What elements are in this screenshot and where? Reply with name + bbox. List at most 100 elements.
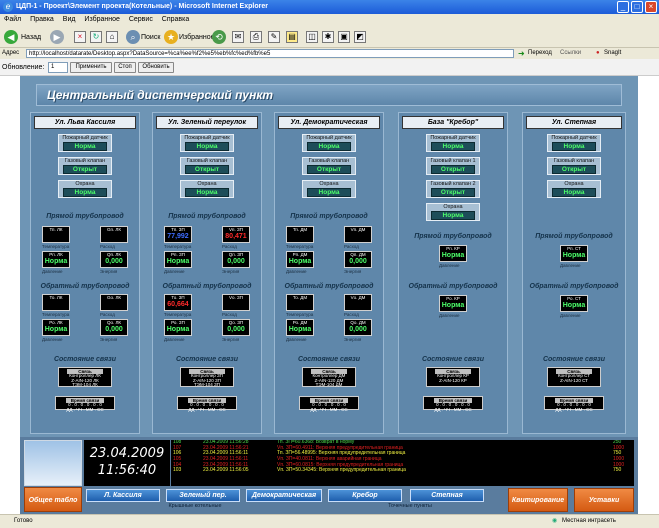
meter-value: Норма — [166, 258, 190, 265]
meter-caption: Температура — [42, 312, 70, 317]
time-units: ДД . ЧЧ . ММ . СС — [310, 406, 348, 412]
snagit-label[interactable]: SnagIt — [604, 50, 621, 56]
signal-value: Открыт — [185, 165, 229, 174]
apply-button[interactable]: Применить — [70, 62, 112, 73]
notes-icon[interactable]: ▤ — [286, 31, 298, 43]
search-icon[interactable]: ⌕ — [126, 30, 140, 44]
signal-value: Норма — [431, 142, 475, 151]
time-units: ДД . ЧЧ . ММ . СС — [555, 406, 593, 412]
back-label[interactable]: Назад — [21, 34, 41, 41]
bluetooth-icon[interactable]: ✱ — [322, 31, 334, 43]
meter-caption: Расход — [344, 312, 359, 317]
nav-kribor-button[interactable]: Кребор — [328, 489, 402, 502]
meter-display: Ро. СТ Норма — [560, 295, 588, 312]
print-icon[interactable]: ⎙ — [250, 31, 262, 43]
meter-display: Ро. ЗП Норма — [164, 319, 192, 336]
section-conn-title: Состояние связи — [175, 356, 239, 363]
signal-label: Пожарный датчик — [551, 135, 597, 141]
connection-time: Время связи 0 . 0 . 0 . 0 . 0 . 0 ДД . ЧЧ … — [55, 396, 115, 412]
nav-zelen-button[interactable]: Зеленый пер. — [166, 489, 240, 502]
menu-favorites[interactable]: Избранное — [84, 16, 119, 23]
signal-value: Норма — [431, 211, 475, 220]
mail-icon[interactable]: ✉ — [232, 31, 244, 43]
status-bar: Готово ◉ Местная интрасеть — [0, 514, 659, 528]
nav-kassil-button[interactable]: Л. Кассиля — [86, 489, 160, 502]
back-arrow-icon[interactable]: ◀ — [4, 30, 18, 44]
snagit-capture-icon[interactable]: ◩ — [354, 31, 366, 43]
browser-toolbar: ◀ Назад ▶ × ↻ ⌂ ⌕ Поиск ★ Избранное ⟲ ✉ … — [0, 26, 659, 48]
menu-help[interactable]: Справка — [162, 16, 189, 23]
close-button[interactable]: × — [645, 1, 657, 13]
meter-tag: Vп. ДМ — [350, 227, 366, 232]
maximize-button[interactable]: □ — [631, 1, 643, 13]
signal-label: Охрана — [564, 181, 584, 187]
menu-tools[interactable]: Сервис — [129, 16, 153, 23]
nav-demokr-button[interactable]: Демократическая — [246, 489, 322, 502]
search-label[interactable]: Поиск — [141, 34, 160, 41]
menu-file[interactable]: Файл — [4, 16, 21, 23]
menu-view[interactable]: Вид — [63, 16, 76, 23]
connection-time: Время связи 0 . 0 . 0 . 0 . 0 . 0 ДД . ЧЧ … — [544, 396, 604, 412]
meter-caption: Давление — [560, 263, 581, 268]
intranet-icon: ◉ — [552, 518, 558, 524]
meter-caption: Температура — [286, 312, 314, 317]
meter-caption: Энергия — [222, 337, 240, 342]
event-log[interactable]: 108 23.04.2009 11:56:28 Тп. ЗП=60.6368: Во… — [171, 440, 634, 486]
refresh-label: Обновление: — [2, 64, 45, 71]
site-header: Ул. Зеленый переулок — [156, 116, 258, 129]
forward-arrow-icon[interactable]: ▶ — [50, 30, 64, 44]
event-id: 103 — [173, 467, 182, 474]
meter-display: Vп. ЗП 80,471 — [222, 226, 250, 243]
meter-value: 0,000 — [227, 326, 245, 333]
meter-value: 0,000 — [105, 258, 123, 265]
meter-display: Qп. ЗП 0,000 — [222, 251, 250, 268]
stop-icon[interactable]: × — [74, 31, 86, 43]
section-conn-title: Состояние связи — [542, 356, 606, 363]
menu-edit[interactable]: Правка — [30, 16, 54, 23]
section-conn-title: Состояние связи — [53, 356, 117, 363]
minimize-button[interactable]: _ — [617, 1, 629, 13]
refresh-icon[interactable]: ↻ — [90, 31, 102, 43]
go-arrow-icon[interactable]: ➜ — [518, 49, 525, 58]
nav-stepn-button[interactable]: Степная — [410, 489, 484, 502]
meter-caption: Давление — [439, 313, 460, 318]
update-button[interactable]: Обновить — [138, 62, 174, 73]
signal-box: Газовый клапан 1 Открыт — [426, 157, 480, 175]
home-icon[interactable]: ⌂ — [106, 31, 118, 43]
links-label[interactable]: Ссылки — [560, 50, 581, 56]
edit-icon[interactable]: ✎ — [268, 31, 280, 43]
general-board-button[interactable]: Общее табло — [24, 487, 82, 512]
research-icon[interactable]: ▣ — [338, 31, 350, 43]
meter-display: Рп. ДМ Норма — [286, 251, 314, 268]
favorites-label[interactable]: Избранное — [179, 34, 214, 41]
settings-button[interactable]: Уставки — [574, 488, 634, 512]
signal-box: Охрана Норма — [547, 180, 601, 198]
refresh-interval-input[interactable]: 1 — [48, 62, 68, 73]
stop-button[interactable]: Стоп — [114, 62, 136, 73]
meter-value: 60,664 — [167, 301, 189, 308]
window-title: ЦДП-1 - Проект\Элемент проекта(Котельные… — [16, 3, 268, 10]
section-return-title: Обратный трубопровод — [162, 283, 252, 290]
event-row[interactable]: 103 23.04.2009 11:56:05 Vп. ЗП=50.34345: В… — [171, 468, 634, 474]
acknowledge-button[interactable]: Квитирование — [508, 488, 568, 512]
messenger-icon[interactable]: ◫ — [306, 31, 318, 43]
go-button[interactable]: Переход — [528, 50, 552, 56]
section-direct-title: Прямой трубопровод — [168, 213, 246, 220]
signal-value: Норма — [552, 188, 596, 197]
time-units: ДД . ЧЧ . ММ . СС — [66, 406, 104, 412]
meter-value: Норма — [562, 252, 586, 259]
snagit-icon[interactable]: ● — [596, 50, 600, 56]
meter-display: Ро. КР Норма — [439, 295, 467, 312]
meter-caption: Давление — [164, 269, 185, 274]
address-input[interactable]: http://localhost/datarate/Desktop.aspx?D… — [26, 49, 514, 58]
meter-value: 0,000 — [227, 258, 245, 265]
signal-box: Охрана Норма — [426, 203, 480, 221]
history-icon[interactable]: ⟲ — [212, 30, 226, 44]
signal-value: Норма — [307, 142, 351, 151]
meter-value: Норма — [441, 252, 465, 259]
signal-value: Открыт — [63, 165, 107, 174]
favorites-star-icon[interactable]: ★ — [164, 30, 178, 44]
signal-value: Норма — [63, 188, 107, 197]
signal-box: Охрана Норма — [180, 180, 234, 198]
meter-tag: Gп. ЛК — [106, 227, 121, 232]
